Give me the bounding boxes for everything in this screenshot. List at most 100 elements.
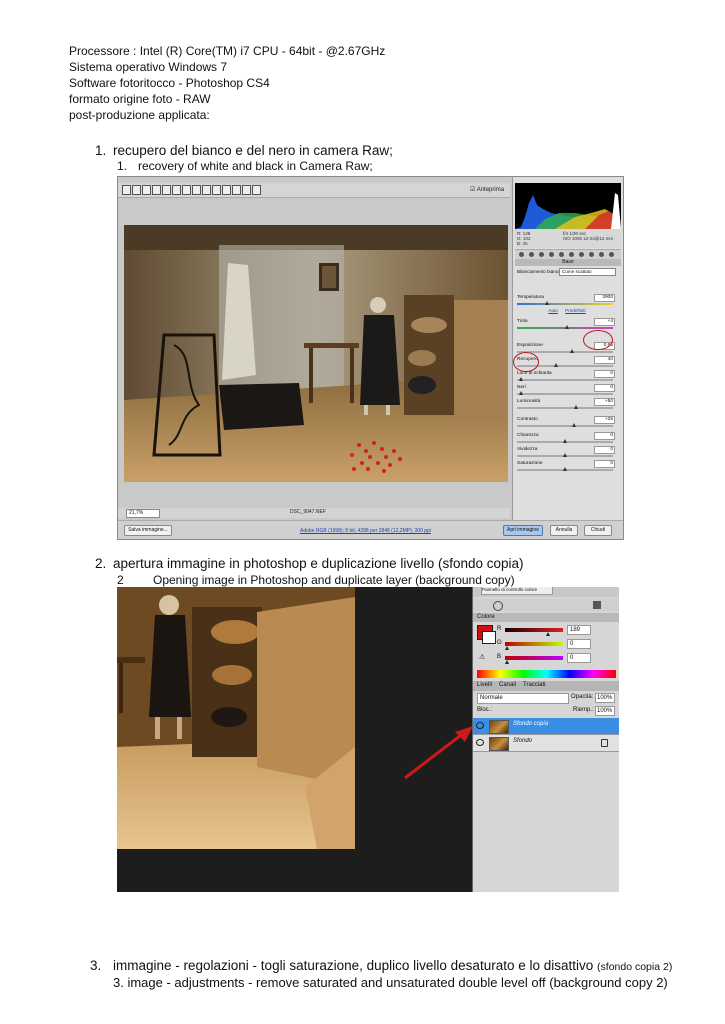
tab-paths[interactable]: Tracciati <box>523 682 545 688</box>
blacks-highlight-circle <box>513 352 539 372</box>
slider-thumb[interactable] <box>563 467 567 471</box>
preview-checkbox[interactable]: ☑ Anteprima <box>470 186 504 193</box>
zoom-bar: 21,7% DSC_9047.NEF <box>118 508 510 518</box>
layer-name[interactable]: Sfondo copia <box>513 721 548 727</box>
channel-value-input[interactable]: 0 <box>567 639 591 649</box>
crop-tool-icon[interactable] <box>172 185 181 195</box>
layer-row[interactable]: Sfondo copia <box>473 718 619 735</box>
spot-removal-icon[interactable] <box>192 185 201 195</box>
calibration-tab-icon[interactable] <box>589 252 594 257</box>
opacity-input[interactable]: 100% <box>595 693 615 703</box>
panel-menu-icon[interactable] <box>593 601 601 609</box>
split-toning-tab-icon[interactable] <box>559 252 564 257</box>
save-image-button[interactable]: Salva immagine... <box>124 525 172 536</box>
fill-input[interactable]: 100% <box>595 706 615 716</box>
channel-slider-bar[interactable] <box>505 628 563 632</box>
zoom-level-select[interactable]: 21,7% <box>126 509 160 518</box>
slider-thumb[interactable] <box>574 405 579 409</box>
tone-curve-tab-icon[interactable] <box>529 252 534 257</box>
red-eye-icon[interactable] <box>202 185 211 195</box>
auto-link[interactable]: Auto <box>548 308 557 313</box>
detail-tab-icon[interactable] <box>539 252 544 257</box>
graduated-filter-icon[interactable] <box>222 185 231 195</box>
basic-tab-icon[interactable] <box>519 252 524 257</box>
rotate-left-icon[interactable] <box>242 185 251 195</box>
channel-value-input[interactable]: 0 <box>567 653 591 663</box>
color-sampler-icon[interactable] <box>152 185 161 195</box>
slider-thumb[interactable] <box>572 423 577 427</box>
channel-slider-thumb[interactable] <box>546 632 551 636</box>
background-color-swatch[interactable] <box>482 631 496 644</box>
step-1-sub-title: recovery of white and black in Camera Ra… <box>138 159 373 173</box>
default-link[interactable]: Predefiniti <box>565 308 585 313</box>
straighten-tool-icon[interactable] <box>182 185 191 195</box>
slider-thumb[interactable] <box>563 439 567 443</box>
visibility-eye-icon[interactable] <box>476 722 484 729</box>
targeted-adjustment-icon[interactable] <box>162 185 171 195</box>
color-spectrum-bar[interactable] <box>477 670 616 678</box>
done-button[interactable]: Chiudi <box>584 525 612 536</box>
slider-track[interactable] <box>517 379 613 381</box>
slider-thumb[interactable] <box>563 453 567 457</box>
channel-slider-bar[interactable] <box>505 642 563 646</box>
slider-label: Luminosità <box>517 399 541 404</box>
channel-slider-thumb[interactable] <box>505 660 509 664</box>
lens-tab-icon[interactable] <box>569 252 574 257</box>
slider-value-input[interactable]: 0 <box>594 432 615 440</box>
slider-thumb[interactable] <box>564 325 569 329</box>
presets-tab-icon[interactable] <box>599 252 604 257</box>
slider-value-input[interactable]: +4 <box>594 318 615 326</box>
tab-channels[interactable]: Canali <box>499 682 516 688</box>
slider-value-input[interactable]: 0 <box>594 384 615 392</box>
slider-thumb[interactable] <box>544 301 549 305</box>
channel-slider-thumb[interactable] <box>505 646 509 650</box>
white-balance-select[interactable]: Come scattato <box>559 268 616 276</box>
lock-label: Bloc.: <box>477 707 493 713</box>
visibility-eye-icon[interactable] <box>476 739 484 746</box>
slider-track[interactable] <box>517 425 613 427</box>
workflow-options-link[interactable]: Adobe RGB (1998); 8 bit; 4288 per 2848 (… <box>300 528 431 534</box>
slider-track[interactable] <box>517 393 613 395</box>
adjustments-icon[interactable] <box>493 601 503 611</box>
slider-value-input[interactable]: 0 <box>594 460 615 468</box>
white-balance-label: Bilanciamento bianco: <box>517 269 562 274</box>
channel-value-input[interactable]: 189 <box>567 625 591 635</box>
color-panel-tab[interactable]: Colore <box>477 614 495 620</box>
adjustment-brush-icon[interactable] <box>212 185 221 195</box>
step-3-sub-title: 3. image - adjustments - remove saturate… <box>113 975 668 990</box>
step-3-title-note: (sfondo copia 2) <box>597 961 673 973</box>
preferences-icon[interactable] <box>232 185 241 195</box>
slider-value-input[interactable]: +25 <box>594 416 615 424</box>
hand-tool-icon[interactable] <box>132 185 141 195</box>
photoshop-panels: Pannello di controllo colore Colore ⚠ R 1… <box>472 587 619 892</box>
effects-tab-icon[interactable] <box>579 252 584 257</box>
preview-label: Anteprima <box>476 187 505 193</box>
white-balance-tool-icon[interactable] <box>142 185 151 195</box>
slider-thumb[interactable] <box>518 377 523 381</box>
snapshots-tab-icon[interactable] <box>609 252 614 257</box>
zoom-tool-icon[interactable] <box>122 185 131 195</box>
open-image-button[interactable]: Apri immagine <box>503 525 543 536</box>
layer-row[interactable]: Sfondo <box>473 735 619 752</box>
slider-value-input[interactable]: 0 <box>594 370 615 378</box>
tab-layers[interactable]: Livelli <box>477 682 492 688</box>
postproduction-line: post-produzione applicata: <box>69 108 210 122</box>
slider-track[interactable] <box>517 407 613 409</box>
slider-thumb[interactable] <box>553 363 558 367</box>
blend-mode-select[interactable]: Normale <box>477 693 569 704</box>
camera-raw-right-panel: R: 138 f/4 1/30 sec G: 102 ISO 1000 12-2… <box>512 177 623 520</box>
slider-thumb[interactable] <box>518 391 523 395</box>
slider-value-input[interactable]: 2900 <box>594 294 615 302</box>
cancel-button[interactable]: Annulla <box>550 525 578 536</box>
layer-name[interactable]: Sfondo <box>513 738 532 744</box>
rotate-right-icon[interactable] <box>252 185 261 195</box>
slider-value-input[interactable]: +50 <box>594 398 615 406</box>
slider-value-input[interactable]: 40 <box>594 356 615 364</box>
slider-track[interactable] <box>517 303 613 305</box>
slider-thumb[interactable] <box>570 349 575 353</box>
slider-value-input[interactable]: 0 <box>594 446 615 454</box>
top-field[interactable]: Pannello di controllo colore <box>481 587 553 595</box>
channel-slider-bar[interactable] <box>505 656 563 660</box>
slider-row: Neri 0 <box>517 384 617 398</box>
hsl-tab-icon[interactable] <box>549 252 554 257</box>
